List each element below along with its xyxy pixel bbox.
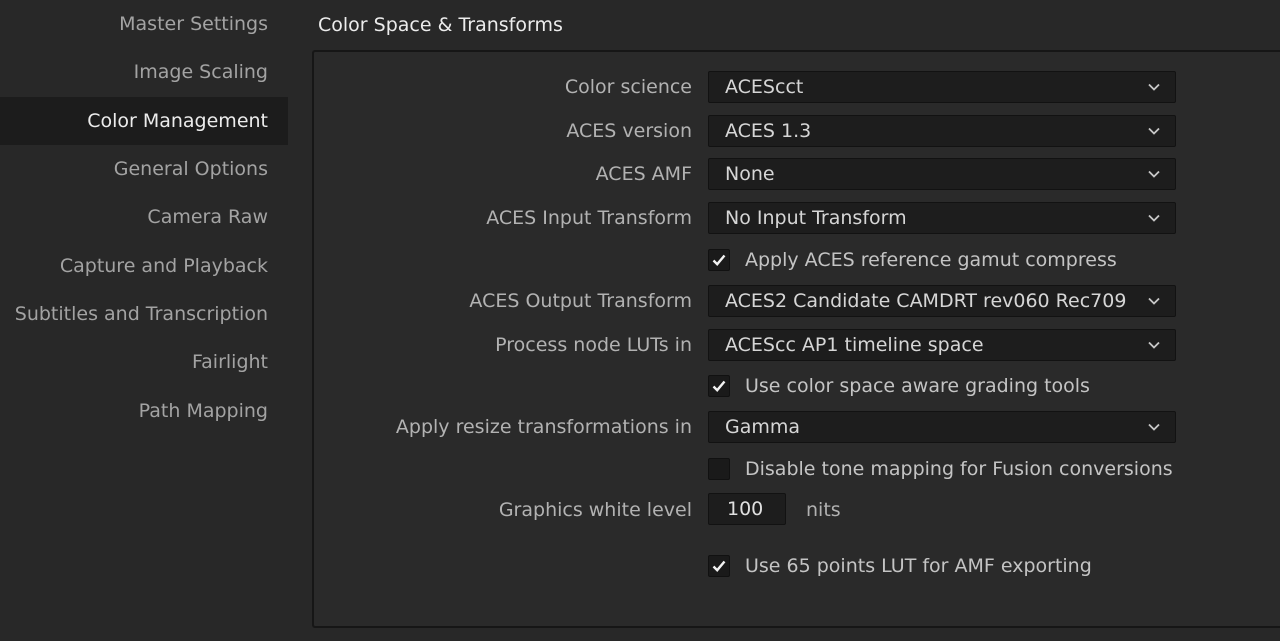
resize-transformations-value: Gamma (725, 416, 801, 438)
chevron-down-icon (1148, 297, 1160, 305)
sidebar-item-master-settings[interactable]: Master Settings (0, 0, 288, 48)
sidebar-item-fairlight[interactable]: Fairlight (0, 338, 288, 386)
aces-version-dropdown[interactable]: ACES 1.3 (708, 115, 1176, 147)
resize-transformations-label: Apply resize transformations in (395, 416, 692, 438)
graphics-white-level-unit: nits (806, 499, 841, 521)
aces-amf-value: None (725, 163, 775, 185)
sidebar: Master Settings Image Scaling Color Mana… (0, 0, 288, 641)
chevron-down-icon (1148, 214, 1160, 222)
checkmark-icon (712, 254, 726, 266)
preferences-window: Master Settings Image Scaling Color Mana… (0, 0, 1280, 641)
aces-input-transform-dropdown[interactable]: No Input Transform (708, 202, 1176, 234)
graphics-white-level-label: Graphics white level (498, 499, 692, 521)
process-node-luts-value: ACEScc AP1 timeline space (725, 334, 984, 356)
aces-output-transform-label: ACES Output Transform (469, 290, 692, 312)
aces-amf-label: ACES AMF (595, 163, 692, 185)
sidebar-item-color-management[interactable]: Color Management (0, 97, 288, 145)
graphics-white-level-input[interactable]: 100 (708, 493, 786, 525)
sidebar-item-camera-raw[interactable]: Camera Raw (0, 193, 288, 241)
color-science-value: ACEScct (725, 76, 804, 98)
checkmark-icon (712, 560, 726, 572)
sidebar-item-capture-and-playback[interactable]: Capture and Playback (0, 242, 288, 290)
lut-65-points-checkbox[interactable] (708, 555, 730, 577)
sidebar-item-subtitles-and-transcription[interactable]: Subtitles and Transcription (0, 290, 288, 338)
process-node-luts-label: Process node LUTs in (495, 334, 692, 356)
color-space-aware-label: Use color space aware grading tools (745, 375, 1090, 397)
gamut-compress-checkbox[interactable] (708, 249, 730, 271)
gamut-compress-label: Apply ACES reference gamut compress (745, 249, 1117, 271)
color-science-label: Color science (564, 76, 692, 98)
aces-output-transform-value: ACES2 Candidate CAMDRT rev060 Rec709 (725, 290, 1127, 312)
sidebar-item-image-scaling[interactable]: Image Scaling (0, 48, 288, 96)
checkmark-icon (712, 380, 726, 392)
graphics-white-level-value: 100 (727, 498, 764, 520)
disable-tone-mapping-checkbox[interactable] (708, 458, 730, 480)
aces-output-transform-dropdown[interactable]: ACES2 Candidate CAMDRT rev060 Rec709 (708, 285, 1176, 317)
aces-version-label: ACES version (566, 120, 692, 142)
chevron-down-icon (1148, 423, 1160, 431)
chevron-down-icon (1148, 341, 1160, 349)
chevron-down-icon (1148, 83, 1160, 91)
disable-tone-mapping-label: Disable tone mapping for Fusion conversi… (745, 458, 1173, 480)
chevron-down-icon (1148, 127, 1160, 135)
lut-65-points-label: Use 65 points LUT for AMF exporting (745, 555, 1092, 577)
sidebar-item-general-options[interactable]: General Options (0, 145, 288, 193)
aces-amf-dropdown[interactable]: None (708, 158, 1176, 190)
aces-version-value: ACES 1.3 (725, 120, 812, 142)
section-title: Color Space & Transforms (318, 14, 563, 36)
aces-input-transform-value: No Input Transform (725, 207, 907, 229)
aces-input-transform-label: ACES Input Transform (486, 207, 692, 229)
chevron-down-icon (1148, 170, 1160, 178)
sidebar-item-path-mapping[interactable]: Path Mapping (0, 387, 288, 435)
color-science-dropdown[interactable]: ACEScct (708, 71, 1176, 103)
process-node-luts-dropdown[interactable]: ACEScc AP1 timeline space (708, 329, 1176, 361)
color-space-aware-checkbox[interactable] (708, 375, 730, 397)
resize-transformations-dropdown[interactable]: Gamma (708, 411, 1176, 443)
